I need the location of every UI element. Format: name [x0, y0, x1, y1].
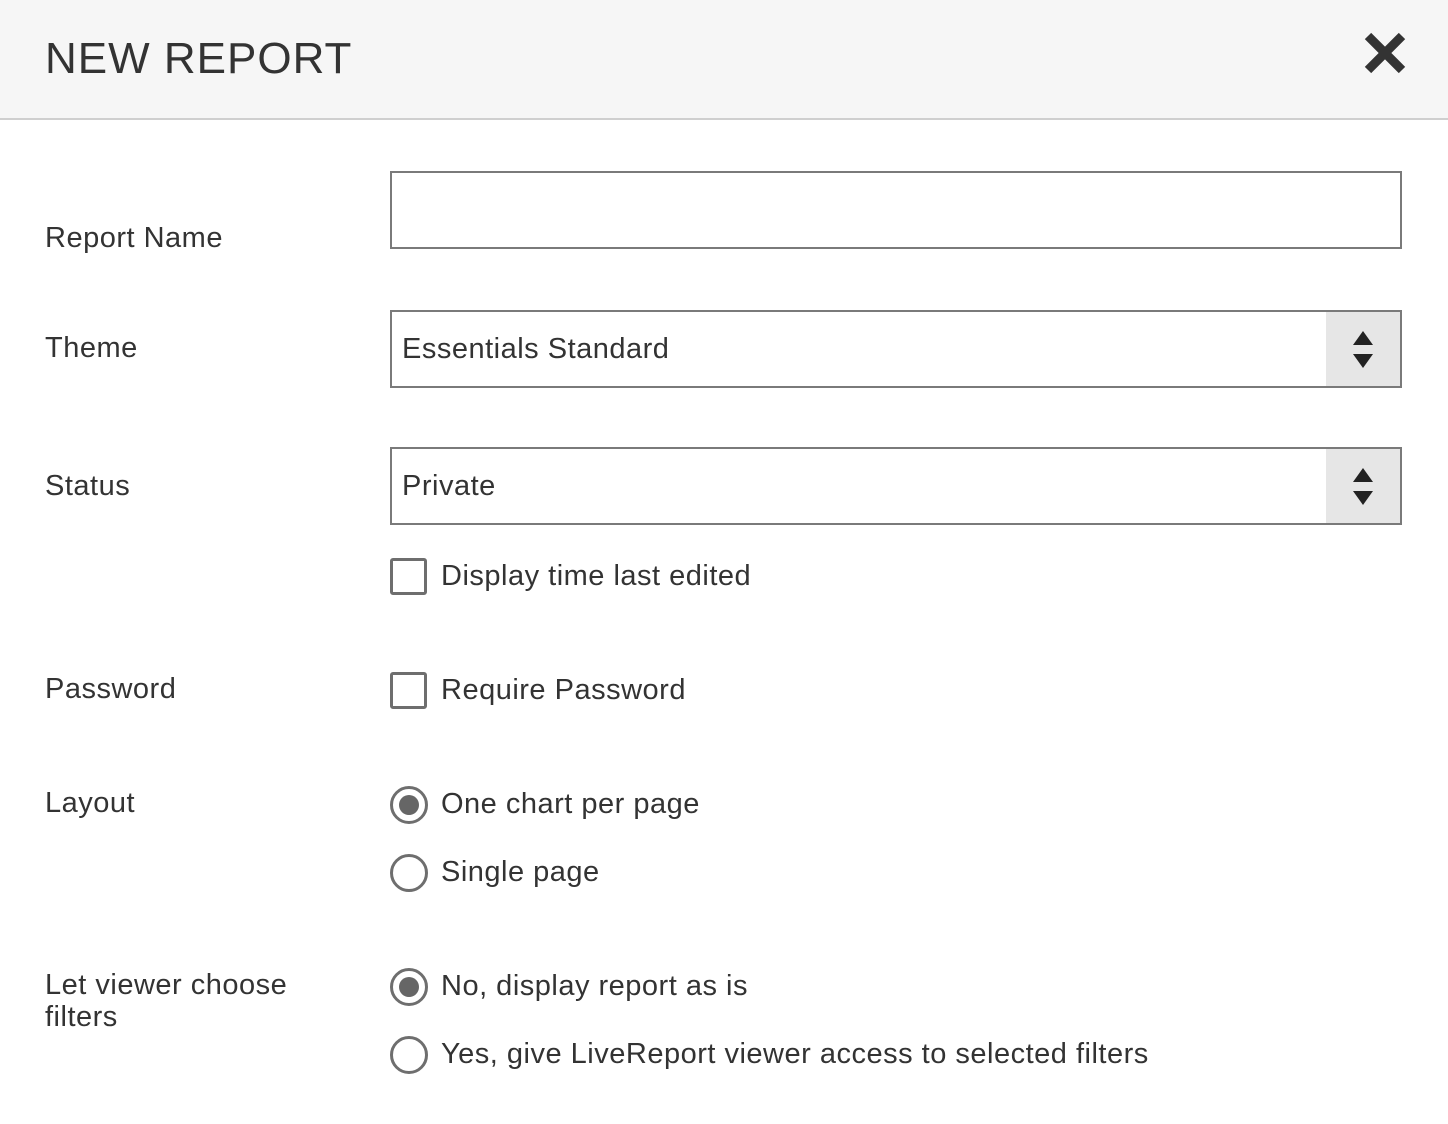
- report-name-label: Report Name: [45, 222, 223, 254]
- layout-label: Layout: [45, 787, 136, 819]
- dialog-title: NEW REPORT: [45, 34, 353, 83]
- status-select[interactable]: Private: [390, 447, 1402, 525]
- close-button[interactable]: [1362, 30, 1408, 76]
- filters-radio-no[interactable]: [390, 968, 428, 1006]
- require-password-label: Require Password: [441, 674, 686, 706]
- select-arrows-icon: [1353, 331, 1373, 368]
- filters-option-label: No, display report as is: [441, 970, 748, 1002]
- theme-select-arrows: [1326, 312, 1400, 386]
- filters-radio-yes[interactable]: [390, 1036, 428, 1074]
- dialog-header: NEW REPORT: [0, 0, 1448, 120]
- status-label: Status: [45, 470, 131, 502]
- require-password-checkbox[interactable]: [390, 672, 427, 709]
- status-select-arrows: [1326, 449, 1400, 523]
- status-selected-value: Private: [402, 470, 496, 502]
- display-time-checkbox[interactable]: [390, 558, 427, 595]
- close-icon: [1364, 32, 1406, 74]
- layout-radio-single-page[interactable]: [390, 854, 428, 892]
- new-report-dialog: NEW REPORT Report Name Theme Essentials …: [0, 0, 1448, 1124]
- password-label: Password: [45, 673, 177, 705]
- layout-option-label: Single page: [441, 856, 600, 888]
- select-arrows-icon: [1353, 468, 1373, 505]
- theme-selected-value: Essentials Standard: [402, 333, 670, 365]
- filters-label: Let viewer choose filters: [45, 969, 288, 1033]
- layout-option-label: One chart per page: [441, 788, 700, 820]
- theme-select[interactable]: Essentials Standard: [390, 310, 1402, 388]
- theme-label: Theme: [45, 332, 138, 364]
- display-time-label: Display time last edited: [441, 560, 752, 592]
- report-name-input[interactable]: [390, 171, 1402, 249]
- layout-radio-one-chart[interactable]: [390, 786, 428, 824]
- filters-option-label: Yes, give LiveReport viewer access to se…: [441, 1038, 1149, 1070]
